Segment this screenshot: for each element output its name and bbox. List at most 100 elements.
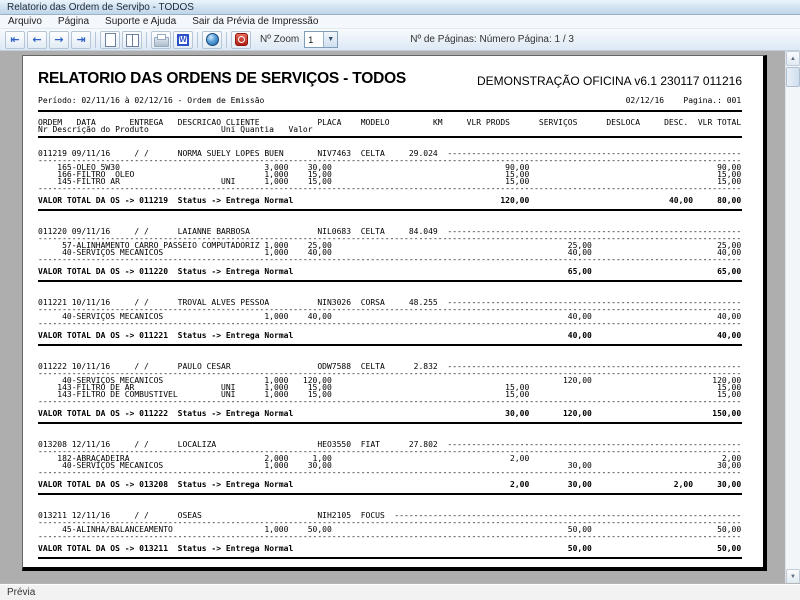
os-block-rule (38, 557, 742, 559)
first-page-icon: ⇤ (10, 33, 20, 46)
os-dash-fill: ----------------------------------------… (447, 150, 742, 157)
item-total-value: 120,00 (712, 376, 742, 385)
os-total-value: 150,00 (712, 409, 742, 418)
scroll-up-button[interactable]: ▲ (786, 51, 800, 66)
col-produto: Nr Descrição do Produto (38, 125, 149, 134)
report-page: RELATORIO DAS ORDENS DE SERVIÇOS - TODOS… (22, 55, 767, 571)
item-total-value: 15,00 (717, 170, 742, 179)
first-page-button[interactable]: ⇤ (5, 30, 25, 49)
os-total-line: VALOR TOTAL DA OS -> 011220 Status -> En… (38, 268, 742, 276)
chevron-down-icon[interactable]: ▼ (323, 32, 338, 47)
menu-bar: Arquivo Página Suporte e Ajuda Sair da Prév… (0, 15, 800, 29)
dashed-separator: ----------------------------------------… (38, 533, 742, 540)
os-total-line: VALOR TOTAL DA OS -> 011219 Status -> En… (38, 197, 742, 205)
dashed-separator: ----------------------------------------… (38, 469, 742, 476)
item-total-value: 15,00 (717, 390, 742, 399)
menu-item-pagina[interactable]: Página (50, 15, 97, 28)
exit-preview-button[interactable] (231, 30, 251, 49)
os-number: 013211 (38, 511, 67, 520)
os-header-line: 011220 09/11/16/ / LAIANNE BARBOSA NIL0683 C… (38, 227, 742, 236)
previous-page-button[interactable]: ← (27, 30, 47, 49)
status-bar: Prévia (0, 584, 800, 600)
dashes: ----------------------------------------… (38, 256, 742, 263)
column-header-row-2: Nr Descrição do Produto Uni Quantia Valor (38, 125, 742, 134)
menu-item-sair-da-previa-de-impressao[interactable]: Sair da Prévia de Impressão (184, 15, 326, 28)
os-header-line: 011222 10/11/16/ / PAULO CESAR ODW7588 CELTA… (38, 363, 742, 371)
last-page-icon: ⇥ (76, 33, 86, 46)
os-plate: NIH2105 (317, 511, 352, 520)
os-block: 011219 09/11/16/ / NORMA SUELY LOPES BUEN N… (38, 150, 742, 211)
menu-item-arquivo[interactable]: Arquivo (0, 15, 50, 28)
print-button[interactable] (151, 30, 171, 49)
next-page-icon: → (54, 33, 64, 46)
export-word-button[interactable]: W (173, 30, 193, 49)
os-block-rule (38, 280, 742, 282)
pages-info: Nº de Páginas: Número Página: 1 / 3 (410, 34, 574, 45)
period-row: Período: 02/11/16 à 02/12/16 - Ordem de … (38, 97, 742, 107)
zoom-value: 1 (308, 34, 314, 45)
zoom-select[interactable]: 1 ▼ (304, 31, 339, 48)
os-block: 013208 12/11/16/ / LOCALIZA HEO3550 FIAT 27.8… (38, 441, 742, 495)
dashes: ----------------------------------------… (38, 533, 742, 540)
item-total-value: 40,00 (717, 312, 742, 321)
item-total-value: 90,00 (717, 163, 742, 172)
col-uni-quantia: Uni Quantia (221, 125, 274, 134)
os-total-value: 65,00 (717, 267, 742, 276)
zoom-label: Nº Zoom (260, 34, 300, 45)
scroll-down-button[interactable]: ▼ (786, 569, 800, 584)
os-block-rule (38, 493, 742, 495)
os-total-line: VALOR TOTAL DA OS -> 013211 Status -> En… (38, 545, 742, 553)
single-page-view-button[interactable] (100, 30, 120, 49)
col-valor: Valor (288, 125, 313, 134)
printer-icon (153, 33, 169, 47)
os-total-value: 80,00 (717, 196, 742, 205)
toolbar-separator (95, 31, 96, 48)
os-block: 011221 10/11/16/ / TROVAL ALVES PESSOA NIN3… (38, 299, 742, 346)
os-block: 013211 12/11/16 / / OSEAS NIH2105 FOCUS ------… (38, 512, 742, 559)
os-km: 27.802 (408, 440, 438, 449)
os-block-rule (38, 209, 742, 211)
os-model: FOCUS (360, 511, 385, 520)
item-line: 40-SERVIÇOS MECANICOS 1,000 40,00 40,00 40,0… (38, 312, 742, 321)
scroll-thumb[interactable] (786, 67, 800, 87)
os-total-line: VALOR TOTAL DA OS -> 011222 Status -> En… (38, 410, 742, 418)
os-km: 29.024 (408, 149, 438, 158)
os-header-line: 013208 12/11/16/ / LOCALIZA HEO3550 FIAT 27.8… (38, 440, 742, 449)
two-page-view-button[interactable] (122, 30, 142, 49)
os-header-line: 013211 12/11/16 / / OSEAS NIH2105 FOCUS ------… (38, 511, 742, 520)
dashed-separator: ----------------------------------------… (38, 185, 742, 192)
two-pages-icon (125, 33, 139, 47)
export-web-button[interactable] (202, 30, 222, 49)
item-line: 45-ALINHA/BALANCEAMENTO 1,000 50,00 50,00 50… (38, 525, 742, 534)
os-block-rule (38, 344, 742, 346)
dashes: ----------------------------------------… (38, 448, 742, 455)
os-header-line: 011221 10/11/16/ / TROVAL ALVES PESSOA NIN3… (38, 298, 742, 307)
menu-item-suporte-e-ajuda[interactable]: Suporte e Ajuda (97, 15, 184, 28)
toolbar-separator (226, 31, 227, 48)
report-body: Período: 02/11/16 à 02/12/16 - Ordem de … (38, 97, 742, 559)
os-total-line: VALOR TOTAL DA OS -> 013208 Status -> En… (38, 481, 742, 489)
os-total-line: VALOR TOTAL DA OS -> 011221 Status -> En… (38, 332, 742, 340)
item-line: 166-FILTRO OLEO 1,000 15,00 15,00 15,00 (38, 170, 742, 179)
os-block-rule (38, 422, 742, 424)
toolbar-separator (146, 31, 147, 48)
dashes: ----------------------------------------… (38, 185, 742, 192)
report-demo-label: DEMONSTRAÇÃO OFICINA v6.1 230117 011216 (476, 74, 742, 88)
os-km: 84.049 (408, 227, 438, 236)
word-icon: W (177, 33, 189, 46)
item-line: 40-SERVIÇOS MECANICOS 1,000 120,00 120,00 12… (38, 376, 742, 385)
last-page-button[interactable]: ⇥ (71, 30, 91, 49)
dashed-separator: ----------------------------------------… (38, 320, 742, 327)
exit-icon (234, 33, 248, 46)
next-page-button[interactable]: → (49, 30, 69, 49)
report-title: RELATORIO DAS ORDENS DE SERVIÇOS - TODOS (38, 70, 407, 87)
report-header-row: RELATORIO DAS ORDENS DE SERVIÇOS - TODOS… (38, 70, 742, 88)
vertical-scrollbar[interactable]: ▲ ▼ (785, 51, 800, 584)
os-km: 48.255 (408, 298, 438, 307)
os-delivery: / / (134, 511, 149, 520)
dashed-separator: ----------------------------------------… (38, 398, 742, 405)
dashed-separator: ----------------------------------------… (38, 256, 742, 263)
period-rule (38, 110, 742, 112)
dashes: ----------------------------------------… (38, 398, 742, 405)
item-total-value: 50,00 (717, 525, 742, 534)
